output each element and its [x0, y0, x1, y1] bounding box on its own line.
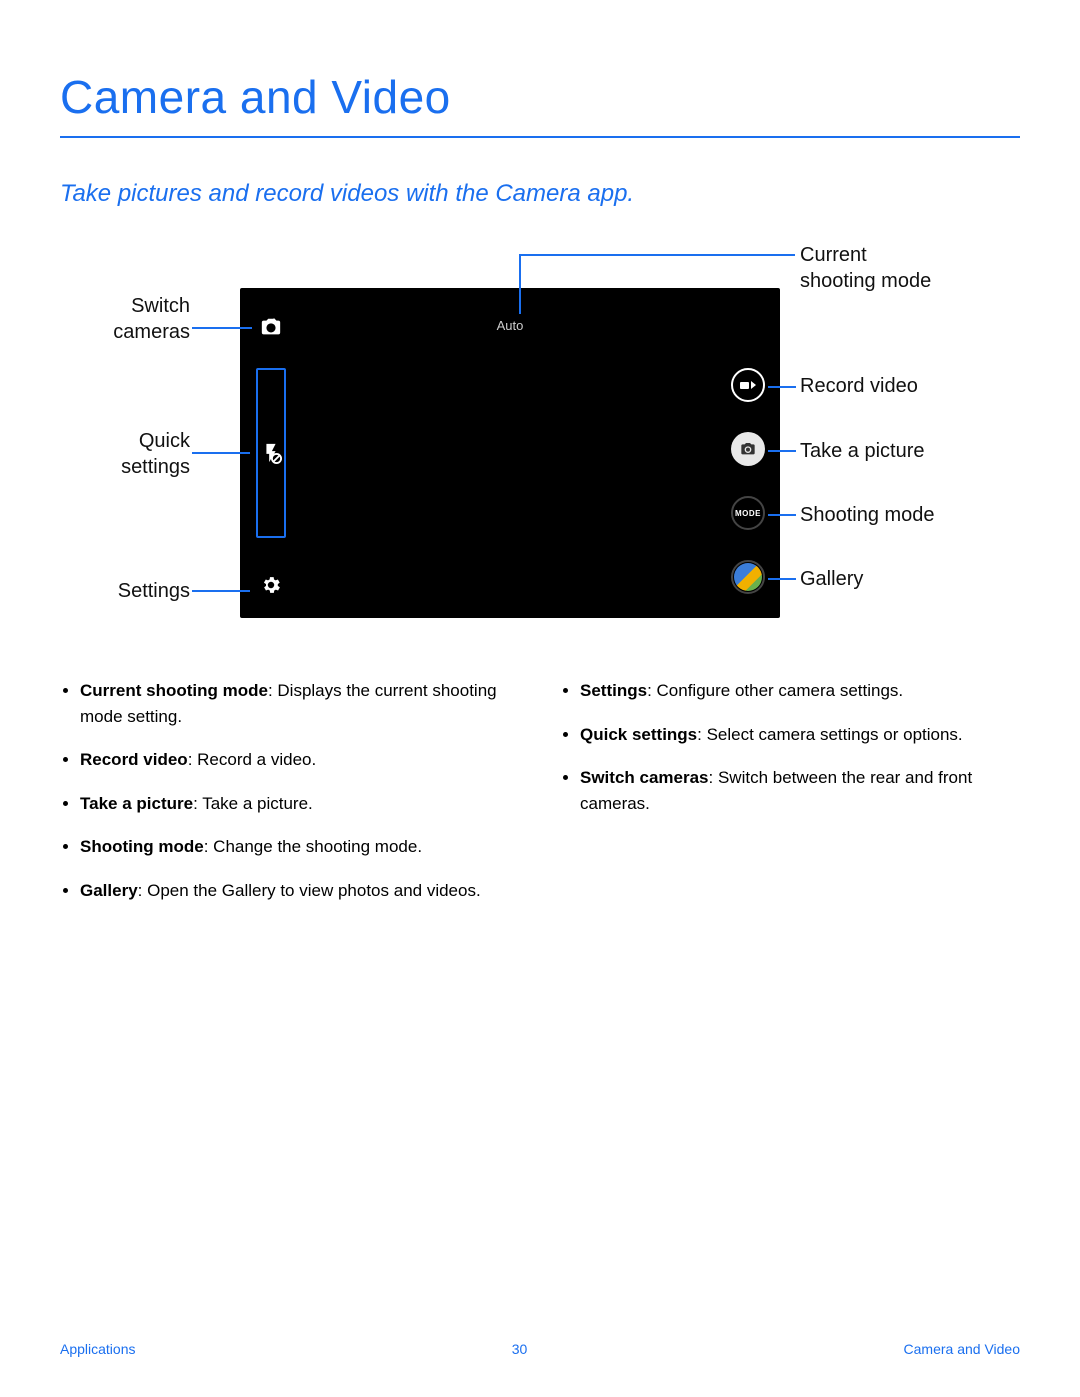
footer-right: Camera and Video — [904, 1341, 1020, 1357]
list-item: Take a picture: Take a picture. — [80, 791, 520, 817]
bullet-desc: : Configure other camera settings. — [647, 681, 903, 700]
page-footer: Applications 30 Camera and Video — [60, 1341, 1020, 1357]
leader-line — [192, 452, 250, 454]
leader-line — [768, 386, 796, 388]
bullet-desc: : Take a picture. — [193, 794, 313, 813]
leader-line — [768, 578, 796, 580]
list-item: Settings: Configure other camera setting… — [580, 678, 1020, 704]
bullets-right-column: Settings: Configure other camera setting… — [560, 678, 1020, 921]
gallery-button[interactable] — [731, 560, 765, 594]
callout-take-picture: Take a picture — [800, 438, 925, 464]
record-video-button[interactable] — [731, 368, 765, 402]
settings-gear-icon[interactable] — [260, 574, 282, 596]
leader-line — [192, 327, 252, 329]
callout-switch-cameras: Switch cameras — [60, 293, 190, 345]
bullet-term: Current shooting mode — [80, 681, 268, 700]
shooting-mode-button[interactable]: MODE — [731, 496, 765, 530]
bullet-desc: : Record a video. — [188, 750, 317, 769]
bullet-term: Take a picture — [80, 794, 193, 813]
leader-line — [768, 514, 796, 516]
bullets-left-column: Current shooting mode: Displays the curr… — [60, 678, 520, 921]
switch-camera-icon[interactable] — [260, 316, 282, 338]
gallery-thumbnail-icon — [734, 563, 762, 591]
list-item: Record video: Record a video. — [80, 747, 520, 773]
callout-current-mode: Current shooting mode — [800, 242, 931, 294]
list-item: Quick settings: Select camera settings o… — [580, 722, 1020, 748]
footer-left: Applications — [60, 1341, 136, 1357]
feature-bullets: Current shooting mode: Displays the curr… — [60, 678, 1020, 921]
callout-shooting-mode: Shooting mode — [800, 502, 935, 528]
callout-quick-settings: Quick settings — [60, 428, 190, 480]
right-control-stack: MODE — [731, 368, 765, 594]
bullet-term: Settings — [580, 681, 647, 700]
leader-line — [768, 450, 796, 452]
flash-off-icon[interactable] — [260, 442, 282, 464]
callout-settings: Settings — [60, 578, 190, 604]
leader-line — [519, 254, 521, 314]
title-divider — [60, 136, 1020, 138]
bullet-term: Record video — [80, 750, 188, 769]
bullet-term: Shooting mode — [80, 837, 204, 856]
leader-line — [192, 590, 250, 592]
callout-record-video: Record video — [800, 373, 918, 399]
list-item: Current shooting mode: Displays the curr… — [80, 678, 520, 729]
bullet-term: Quick settings — [580, 725, 697, 744]
page-title: Camera and Video — [60, 70, 1020, 124]
footer-page-number: 30 — [512, 1341, 528, 1357]
bullet-term: Gallery — [80, 881, 138, 900]
camera-diagram: Auto MODE Switch cameras Quick settings — [60, 238, 1020, 638]
list-item: Shooting mode: Change the shooting mode. — [80, 834, 520, 860]
bullet-desc: : Open the Gallery to view photos and vi… — [138, 881, 481, 900]
bullet-desc: : Change the shooting mode. — [204, 837, 422, 856]
leader-line — [520, 254, 795, 256]
bullet-desc: : Select camera settings or options. — [697, 725, 963, 744]
bullet-term: Switch cameras — [580, 768, 709, 787]
page-subtitle: Take pictures and record videos with the… — [60, 180, 1020, 208]
camera-screenshot: Auto MODE — [240, 288, 780, 618]
current-mode-label: Auto — [497, 318, 524, 333]
callout-gallery: Gallery — [800, 566, 863, 592]
list-item: Gallery: Open the Gallery to view photos… — [80, 878, 520, 904]
list-item: Switch cameras: Switch between the rear … — [580, 765, 1020, 816]
take-picture-button[interactable] — [731, 432, 765, 466]
quick-settings-panel[interactable] — [256, 368, 286, 538]
